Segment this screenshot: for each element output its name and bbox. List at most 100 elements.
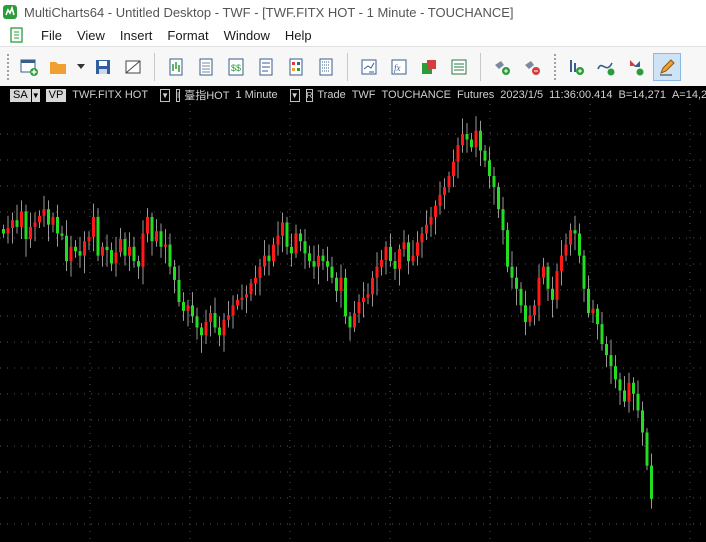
new-scanner-button[interactable] — [193, 54, 219, 80]
candle-body — [312, 261, 316, 267]
candle-body — [303, 241, 307, 254]
candle-body — [204, 321, 208, 336]
candle-body — [87, 236, 91, 242]
insert-signal-icon — [422, 60, 436, 74]
new-grid-icon — [289, 58, 303, 76]
add-indicator-icon — [570, 60, 584, 75]
candle-body — [528, 315, 532, 322]
candle-body — [344, 277, 347, 317]
new-dom-button[interactable]: $$ — [223, 54, 249, 80]
exchange-label: TWF — [351, 89, 376, 101]
candle-body — [159, 231, 163, 247]
candle-body — [636, 393, 640, 411]
candle-body — [366, 294, 370, 298]
candle-body — [542, 266, 545, 278]
candle-body — [645, 432, 649, 466]
candle-body — [429, 216, 433, 225]
candle-body — [411, 255, 415, 262]
candle-body — [434, 205, 437, 217]
candle-body — [470, 139, 473, 148]
candle-body — [24, 211, 28, 240]
new-report-icon — [259, 58, 273, 76]
candle-body — [65, 235, 68, 262]
new-chart-button[interactable] — [163, 54, 189, 80]
insert-function-icon: fx — [391, 59, 407, 75]
new-workspace-button[interactable] — [16, 54, 42, 80]
candle-body — [438, 194, 442, 206]
chevron-down-icon[interactable]: ▼ — [160, 88, 170, 102]
close-workspace-button[interactable] — [120, 54, 146, 80]
connect-button[interactable] — [489, 54, 515, 80]
new-list-button[interactable] — [313, 54, 339, 80]
candle-body — [564, 244, 568, 256]
insert-function-button[interactable]: fx — [386, 54, 412, 80]
candle-body — [326, 261, 329, 267]
candle-body — [578, 233, 581, 256]
sa-badge[interactable]: SA — [10, 88, 31, 102]
menu-help[interactable]: Help — [278, 28, 320, 43]
candle-body — [218, 327, 221, 336]
chart-window[interactable]: SA ▼ VP TWF.FITX HOT ▼ I 臺指HOT 1 Minute … — [0, 86, 706, 542]
candle-body — [47, 209, 50, 225]
add-curve-button[interactable] — [593, 54, 619, 80]
menu-window[interactable]: Window — [217, 28, 278, 43]
candle-body — [384, 246, 388, 261]
insert-signal-button[interactable] — [416, 54, 442, 80]
add-symbol-button[interactable] — [623, 54, 649, 80]
candle-body — [375, 266, 379, 278]
menu-insert[interactable]: Insert — [113, 28, 161, 43]
candle-body — [56, 216, 59, 234]
candle-body — [537, 277, 541, 306]
candle-body — [492, 176, 496, 188]
candle-body — [110, 250, 113, 264]
candle-body — [407, 242, 410, 262]
open-dropdown[interactable] — [76, 54, 86, 80]
candle-body — [465, 134, 469, 140]
toolbar-grip[interactable] — [6, 53, 10, 81]
candle-body — [236, 299, 239, 306]
candle-body — [114, 252, 118, 264]
add-indicator-button[interactable] — [563, 54, 589, 80]
candle-body — [213, 313, 217, 328]
disconnect-button[interactable] — [519, 54, 545, 80]
disconnect-icon — [525, 61, 540, 75]
candle-body — [506, 230, 509, 267]
new-scanner-icon — [199, 58, 213, 76]
candle-body — [596, 308, 599, 325]
menu-format[interactable]: Format — [160, 28, 216, 43]
candle-body — [74, 246, 77, 252]
r-box[interactable]: R — [305, 88, 314, 102]
open-button[interactable] — [46, 54, 72, 80]
save-icon — [96, 60, 110, 74]
candle-body — [353, 313, 356, 328]
chevron-down-icon[interactable]: ▼ — [31, 88, 40, 102]
time-label: 11:36:00.414 — [549, 89, 613, 101]
vp-badge[interactable]: VP — [45, 88, 67, 102]
candle-body — [254, 277, 257, 284]
insert-portfolio-button[interactable] — [446, 54, 472, 80]
chevron-down-icon[interactable]: ▼ — [289, 88, 300, 102]
menu-view[interactable]: View — [70, 28, 113, 43]
toolbar-separator — [154, 53, 155, 81]
insert-study-button[interactable] — [356, 54, 382, 80]
candlestick-plot[interactable] — [0, 104, 706, 542]
candle-body — [650, 465, 653, 499]
add-symbol-icon — [630, 60, 644, 76]
toolbar-separator — [480, 53, 481, 81]
new-grid-button[interactable] — [283, 54, 309, 80]
save-button[interactable] — [90, 54, 116, 80]
toolbar-grip[interactable] — [553, 53, 557, 81]
symbol-label: TWF.FITX HOT — [72, 89, 149, 101]
candle-body — [263, 255, 266, 267]
drawing-pencil-button[interactable] — [653, 53, 681, 81]
candle-body — [483, 150, 487, 161]
menu-file[interactable]: File — [34, 28, 70, 43]
i-box[interactable]: I — [175, 88, 181, 102]
new-report-button[interactable] — [253, 54, 279, 80]
candle-body — [92, 216, 95, 237]
document-icon[interactable] — [10, 27, 24, 43]
candle-body — [258, 266, 262, 278]
candle-body — [128, 246, 131, 256]
candle-body — [402, 242, 406, 249]
candle-body — [141, 233, 145, 267]
